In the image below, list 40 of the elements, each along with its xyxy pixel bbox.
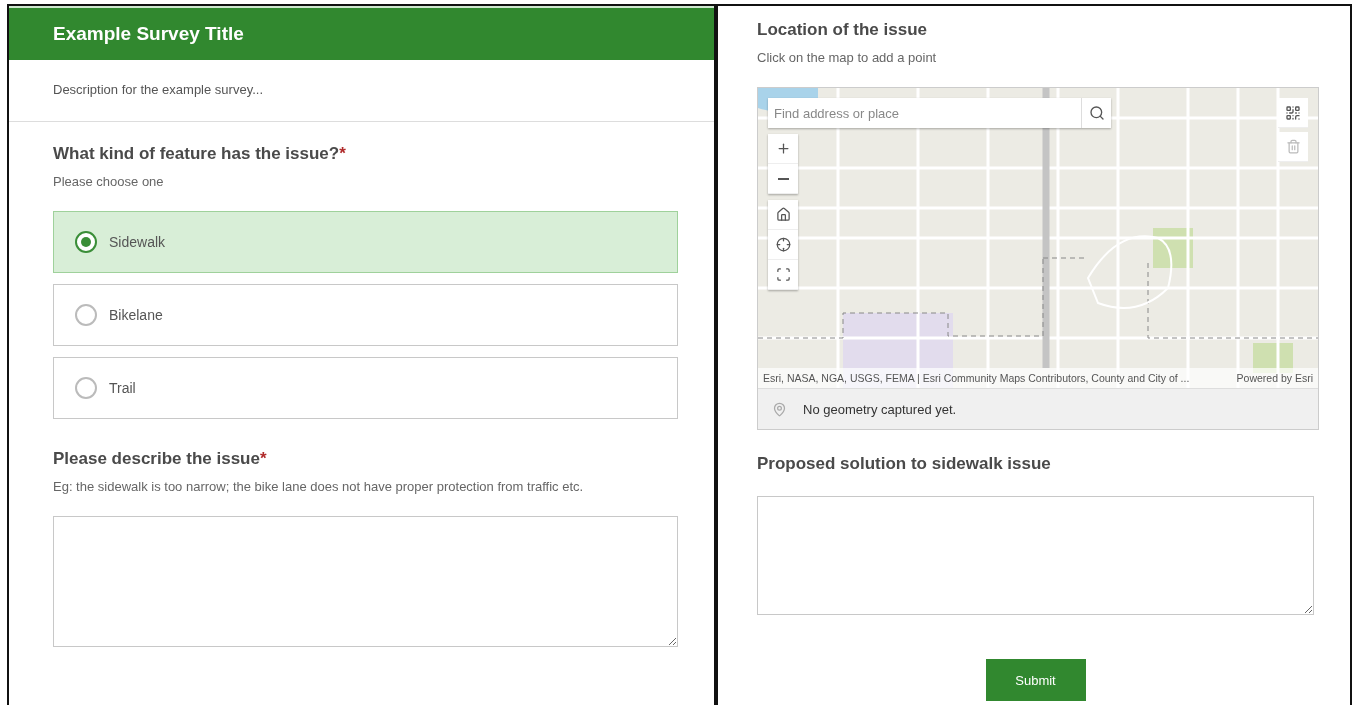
qr-code-button[interactable] — [1278, 98, 1308, 128]
radio-button[interactable] — [75, 377, 97, 399]
radio-button[interactable] — [75, 231, 97, 253]
submit-button[interactable]: Submit — [985, 659, 1086, 701]
attribution-text: Esri, NASA, NGA, USGS, FEMA | Esri Community Maps Contributors, County and City of ... — [763, 372, 1190, 384]
survey-title: Example Survey Title — [53, 23, 244, 45]
choice-option[interactable]: Sidewalk — [53, 211, 678, 273]
home-button[interactable] — [768, 200, 798, 230]
search-button[interactable] — [1081, 98, 1111, 128]
search-field[interactable]: Find address or place — [768, 98, 1111, 128]
search-icon — [1088, 105, 1105, 121]
option-label: Sidewalk — [109, 234, 166, 250]
qr-code-icon — [1285, 104, 1301, 121]
option-label: Bikelane — [109, 307, 163, 323]
fullscreen-icon — [775, 267, 791, 282]
trash-icon — [1285, 139, 1301, 154]
question-hint: Eg: the sidewalk is too narrow; the bike lane does not have proper protection from traffic etc. — [53, 479, 585, 494]
question-hint: Click on the map to add a point — [757, 50, 938, 65]
question-label: Proposed solution to sidewalk issue — [757, 454, 1052, 474]
minus-icon — [777, 177, 789, 180]
plus-icon — [775, 141, 791, 156]
question-hint: Please choose one — [53, 174, 165, 189]
locate-button[interactable] — [768, 230, 798, 260]
survey-description: Description for the example survey... — [9, 60, 714, 122]
map-widget[interactable]: Find address or place Esri, NASA, NGA, USGS, FEMA | Esri Community Maps Contributors, County and City of ... Powered by Esri No geometry captured yet. — [757, 87, 1319, 430]
answer-box[interactable] — [757, 496, 1314, 615]
crosshair-icon — [775, 237, 791, 252]
status-text: No geometry captured yet. — [803, 401, 957, 417]
question-label: Location of the issue — [757, 20, 929, 40]
powered-by-text: Powered by Esri — [1236, 372, 1313, 384]
choice-option[interactable]: Bikelane — [53, 284, 678, 346]
question-label: Please describe the issue* — [53, 449, 268, 469]
pin-icon — [772, 401, 787, 417]
radio-button[interactable] — [75, 304, 97, 326]
option-label: Trail — [109, 380, 136, 396]
zoom-out-button[interactable] — [768, 164, 798, 194]
choice-option[interactable]: Trail — [53, 357, 678, 419]
fullscreen-button[interactable] — [768, 260, 798, 290]
home-icon — [775, 207, 791, 222]
question-label: What kind of feature has the issue?* — [53, 144, 347, 164]
